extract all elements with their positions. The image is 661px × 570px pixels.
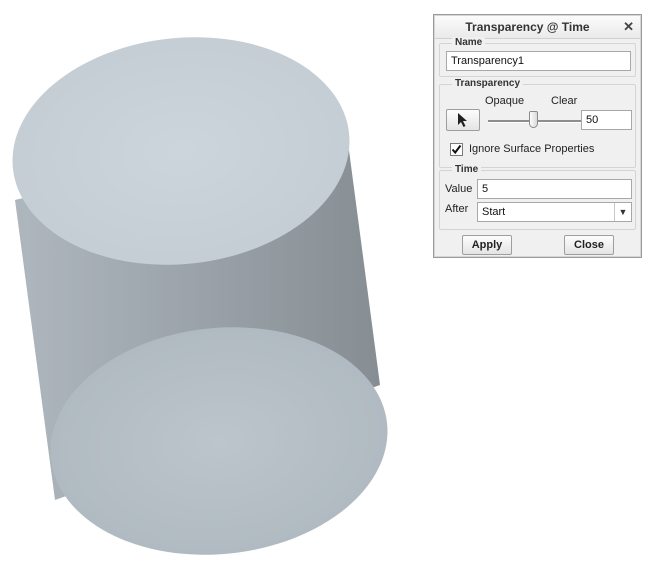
opaque-label: Opaque [485, 95, 525, 107]
transparency-value-input[interactable] [581, 110, 632, 130]
dialog-title: Transparency @ Time [465, 20, 590, 34]
chevron-down-icon[interactable]: ▼ [614, 203, 631, 221]
after-selected-value: Start [482, 206, 506, 218]
transparency-group: Transparency Opaque Clear Ignore Surface… [439, 78, 636, 168]
pick-pointer-button[interactable] [446, 109, 480, 131]
ignore-surface-checkbox[interactable] [450, 143, 463, 156]
clear-label: Clear [551, 95, 578, 107]
close-icon[interactable]: ✕ [623, 19, 634, 35]
after-select[interactable]: Start ▼ [477, 202, 632, 222]
transparency-slider-thumb[interactable] [529, 111, 538, 128]
after-label: After [445, 203, 469, 215]
transparency-group-label: Transparency [452, 78, 524, 89]
name-input[interactable] [446, 51, 631, 71]
time-group-label: Time [452, 164, 482, 175]
time-value-input[interactable] [477, 179, 632, 199]
ignore-surface-label: Ignore Surface Properties [469, 143, 595, 155]
apply-button[interactable]: Apply [462, 235, 512, 255]
name-group: Name [439, 37, 636, 77]
transparency-dialog: Transparency @ Time ✕ Name Transparency … [433, 14, 642, 258]
dialog-titlebar[interactable]: Transparency @ Time ✕ [435, 16, 640, 39]
name-group-label: Name [452, 37, 486, 48]
checkmark-icon [451, 144, 462, 155]
pointer-arrow-icon [458, 113, 467, 127]
close-button[interactable]: Close [564, 235, 614, 255]
time-value-label: Value [445, 183, 473, 195]
time-group: Time Value After Start ▼ [439, 164, 636, 230]
